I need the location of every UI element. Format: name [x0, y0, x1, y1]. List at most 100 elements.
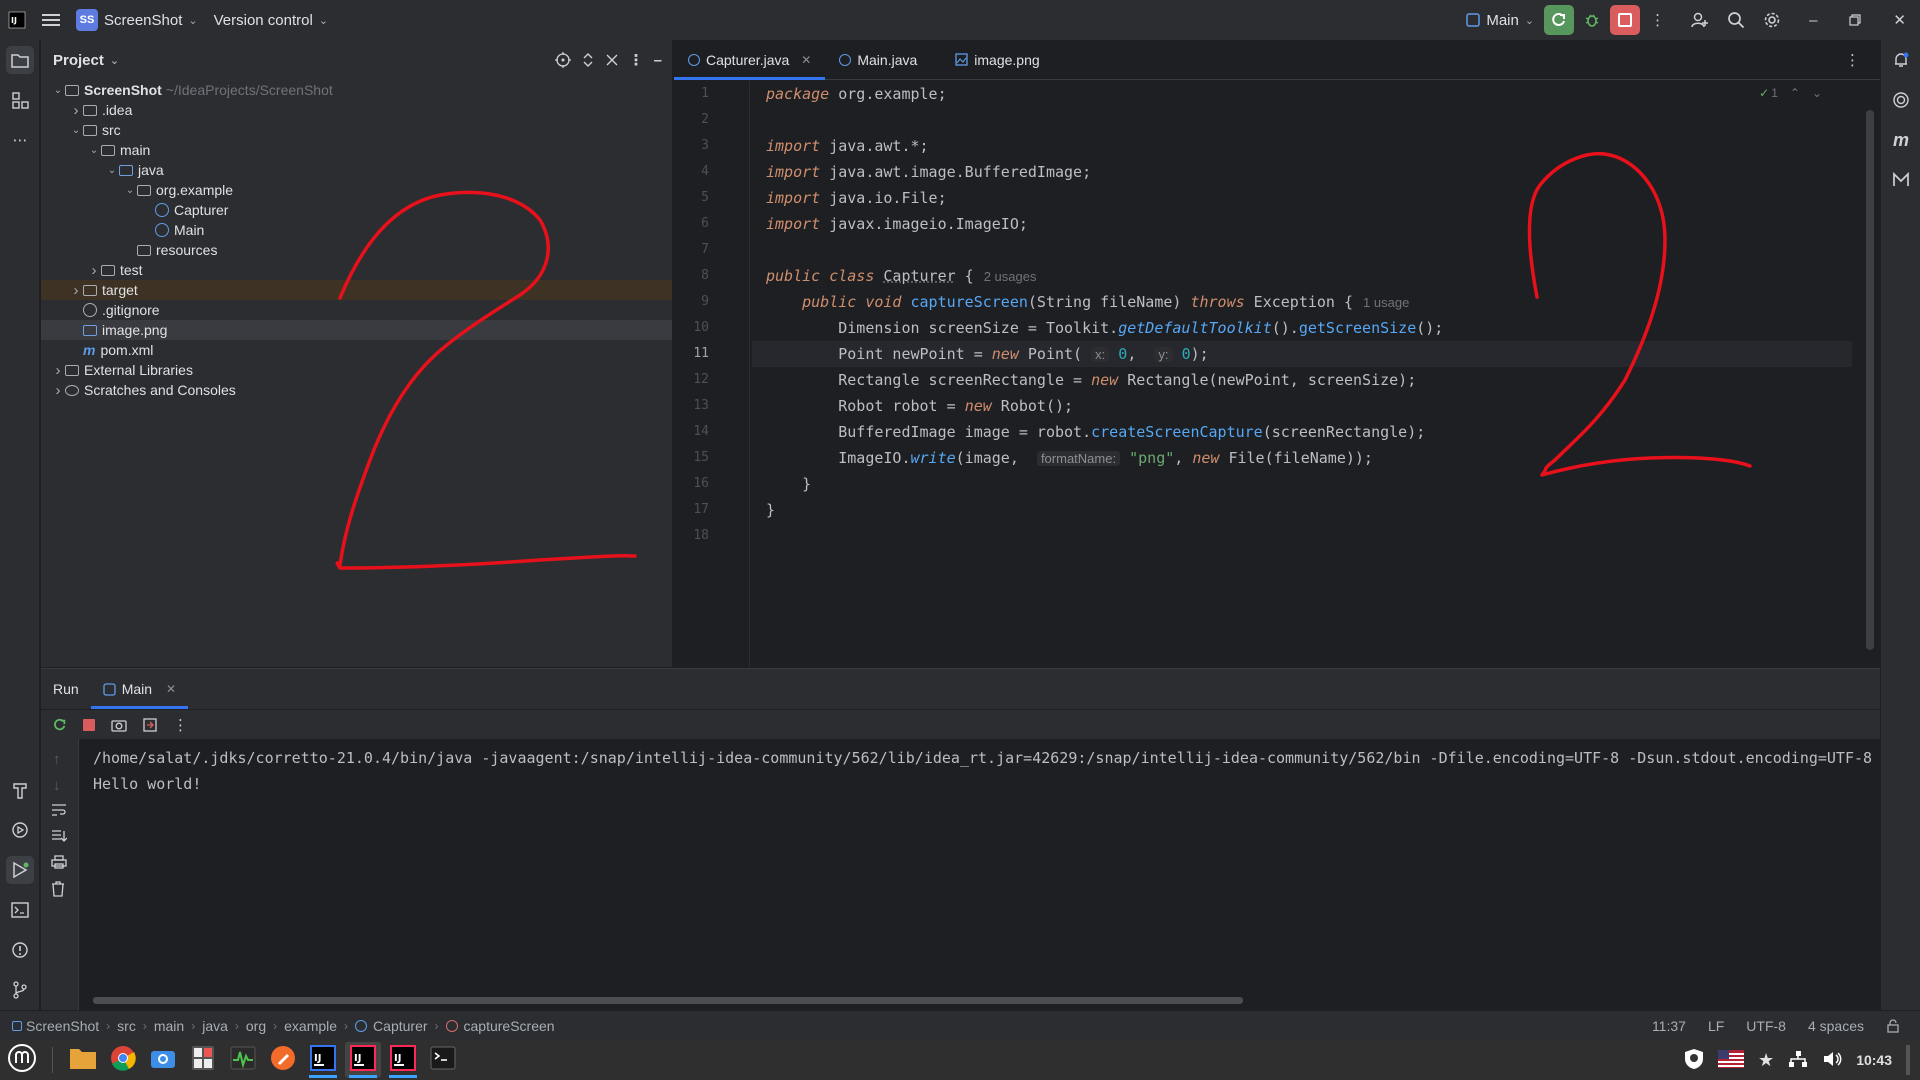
code-line-1[interactable]: package org.example; [752, 81, 1852, 107]
caret-position[interactable]: 11:37 [1652, 1018, 1686, 1034]
tree-item[interactable]: › target [41, 280, 672, 300]
tree-item[interactable]: ⌄ org.example [41, 180, 672, 200]
code-line-11[interactable]: Point newPoint = new Point( x: 0, y: 0); [752, 341, 1852, 367]
chevron-down-icon[interactable]: ⌄ [110, 54, 119, 67]
close-icon[interactable]: ✕ [166, 682, 176, 696]
arrow-up-icon[interactable]: ↑ [53, 751, 61, 768]
code-line-4[interactable]: import java.awt.image.BufferedImage; [752, 159, 1852, 185]
network-icon[interactable] [1788, 1050, 1808, 1071]
tree-item[interactable]: ⌄ ScreenShot ~/IdeaProjects/ScreenShot [41, 80, 672, 100]
more-vertical-icon[interactable]: ⋮ [173, 716, 188, 734]
breadcrumb-item[interactable]: ScreenShot [12, 1018, 99, 1034]
code-line-13[interactable]: Robot robot = new Robot(); [752, 393, 1852, 419]
taskbar-chrome[interactable] [105, 1042, 141, 1078]
more-actions-button[interactable]: ⋮ [1642, 5, 1673, 35]
code-line-17[interactable]: } [752, 497, 1852, 523]
show-desktop-button[interactable] [1906, 1045, 1910, 1075]
tree-item[interactable]: › Scratches and Consoles [41, 380, 672, 400]
usages-hint[interactable]: 1 usage [1363, 295, 1409, 310]
line-number[interactable]: 5 [679, 190, 709, 205]
code-line-6[interactable]: import javax.imageio.ImageIO; [752, 211, 1852, 237]
tree-item[interactable]: .gitignore [41, 300, 672, 320]
trash-icon[interactable] [51, 881, 65, 897]
chevron-down-icon[interactable]: ⌄ [51, 85, 65, 96]
breadcrumb-item[interactable]: Capturer [355, 1018, 428, 1034]
breadcrumb-item[interactable]: java [202, 1018, 228, 1034]
breadcrumb-item[interactable]: example [284, 1018, 337, 1034]
close-window-button[interactable]: ✕ [1885, 5, 1914, 35]
taskbar-intellij-1[interactable]: IJ [305, 1042, 341, 1078]
file-encoding[interactable]: UTF-8 [1746, 1018, 1786, 1034]
taskbar-calculator[interactable] [185, 1042, 221, 1078]
code-line-7[interactable] [752, 237, 1852, 263]
ai-assistant-button[interactable] [1887, 86, 1915, 114]
settings-button[interactable] [1755, 5, 1789, 35]
line-number[interactable]: 7 [679, 242, 709, 257]
line-number[interactable]: 8 [679, 268, 709, 283]
line-number[interactable]: 6 [679, 216, 709, 231]
camera-icon[interactable] [111, 718, 127, 732]
tab-run-main[interactable]: Main ✕ [90, 669, 189, 709]
close-icon[interactable]: ✕ [801, 53, 811, 67]
line-number[interactable]: 15 [679, 450, 709, 465]
taskbar-intellij-3[interactable]: IJ [385, 1042, 421, 1078]
chevron-down-icon[interactable]: ⌄ [87, 145, 101, 156]
line-number[interactable]: 18 [679, 528, 709, 543]
shield-icon[interactable] [1684, 1048, 1704, 1073]
line-number[interactable]: 1 [679, 86, 709, 101]
tree-item[interactable]: ⌄ main [41, 140, 672, 160]
line-number[interactable]: 17 [679, 502, 709, 517]
markdown-tool-button[interactable] [1887, 166, 1915, 194]
project-tool-button[interactable] [6, 46, 34, 74]
tree-item[interactable]: Capturer [41, 200, 672, 220]
tab-main-java[interactable]: Main.java [825, 40, 931, 79]
chevron-right-icon[interactable]: › [69, 102, 83, 119]
more-vertical-icon[interactable]: ⋮ [1845, 51, 1860, 69]
line-number[interactable]: 16 [679, 476, 709, 491]
minimize-window-button[interactable]: – [1801, 5, 1825, 35]
tree-item[interactable]: › External Libraries [41, 360, 672, 380]
chevron-right-icon[interactable]: › [51, 382, 65, 399]
more-vertical-icon[interactable]: ⋮ [629, 51, 644, 69]
search-button[interactable] [1719, 5, 1753, 35]
clock[interactable]: 10:43 [1856, 1052, 1892, 1068]
main-menu-button[interactable] [34, 5, 68, 35]
line-number[interactable]: 12 [679, 372, 709, 387]
code-line-16[interactable]: } [752, 471, 1852, 497]
services-tool-button[interactable] [6, 816, 34, 844]
stop-button[interactable] [1610, 5, 1641, 35]
scroll-to-end-icon[interactable] [51, 829, 67, 843]
tree-item[interactable]: m pom.xml [41, 340, 672, 360]
debug-button[interactable] [1576, 5, 1608, 35]
line-number[interactable]: 3 [679, 138, 709, 153]
terminal-tool-button[interactable] [6, 896, 34, 924]
code-line-5[interactable]: import java.io.File; [752, 185, 1852, 211]
tree-item[interactable]: › test [41, 260, 672, 280]
tree-item[interactable]: image.png [41, 320, 672, 340]
tab-capturer-java[interactable]: Capturer.java ✕ [674, 40, 826, 80]
code-line-18[interactable] [752, 523, 1852, 549]
console-horizontal-scrollbar[interactable] [93, 997, 1243, 1004]
taskbar-files[interactable] [65, 1042, 101, 1078]
git-tool-button[interactable] [6, 976, 34, 1004]
chevron-down-icon[interactable]: ⌄ [69, 125, 83, 136]
app-icon[interactable]: IJ [0, 5, 34, 35]
vcs-menu[interactable]: Version control ⌄ [206, 5, 336, 35]
chevron-down-icon[interactable]: ⌄ [123, 185, 137, 196]
tree-item[interactable]: ⌄ src [41, 120, 672, 140]
arrow-down-icon[interactable]: ↓ [53, 777, 61, 794]
code-line-12[interactable]: Rectangle screenRectangle = new Rectangl… [752, 367, 1852, 393]
line-number[interactable]: 2 [679, 112, 709, 127]
breadcrumb-item[interactable]: org [246, 1018, 266, 1034]
hide-panel-icon[interactable]: – [654, 52, 662, 69]
soft-wrap-icon[interactable] [51, 803, 67, 817]
run-tool-button[interactable] [6, 856, 34, 884]
rerun-icon[interactable] [53, 718, 67, 732]
line-number[interactable]: 13 [679, 398, 709, 413]
taskbar-drawing-app[interactable] [265, 1042, 301, 1078]
us-flag-icon[interactable] [1718, 1049, 1745, 1071]
taskbar-screenshot[interactable] [145, 1042, 181, 1078]
line-number[interactable]: 10 [679, 320, 709, 335]
line-number[interactable]: 9 [679, 294, 709, 309]
breadcrumb-item[interactable]: src [117, 1018, 136, 1034]
